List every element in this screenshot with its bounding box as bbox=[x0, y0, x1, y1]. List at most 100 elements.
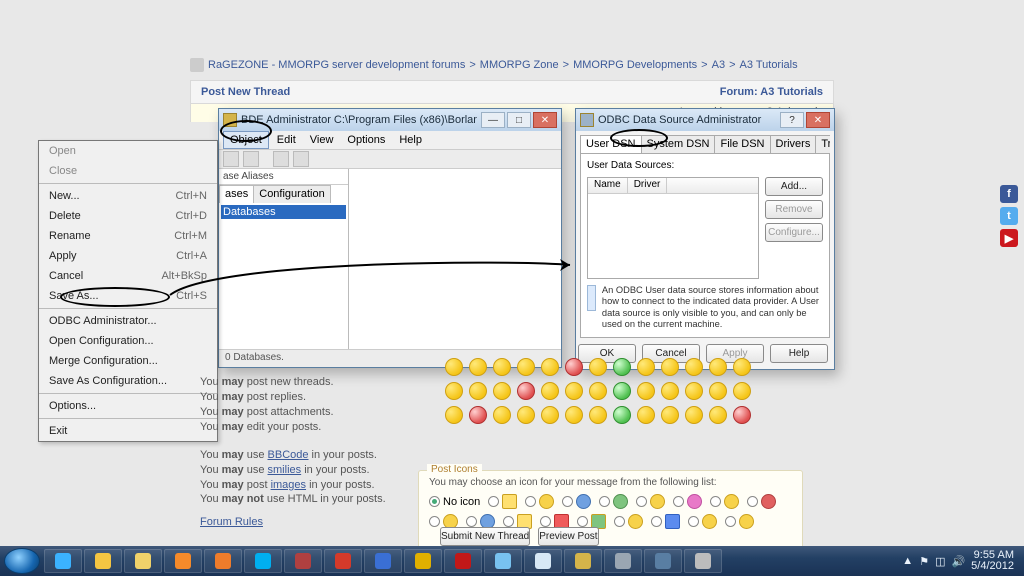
radio[interactable] bbox=[747, 496, 758, 507]
smiley-icon[interactable] bbox=[709, 382, 727, 400]
breadcrumb-item[interactable]: A3 Tutorials bbox=[740, 59, 798, 71]
menu-item-odbc-administrator[interactable]: ODBC Administrator... bbox=[39, 311, 217, 331]
smiley-icon[interactable] bbox=[685, 358, 703, 376]
smiley-icon[interactable] bbox=[541, 358, 559, 376]
smiley-icon[interactable] bbox=[445, 382, 463, 400]
smiley-icon[interactable] bbox=[469, 406, 487, 424]
taskbar-app-notepad[interactable] bbox=[524, 549, 562, 573]
system-tray[interactable]: ▲ ⚑ ◫ 🔊 9:55 AM 5/4/2012 bbox=[902, 550, 1020, 572]
taskbar-app-explorer[interactable] bbox=[124, 549, 162, 573]
taskbar-app-ie[interactable] bbox=[44, 549, 82, 573]
taskbar-app-vlc[interactable] bbox=[204, 549, 242, 573]
radio[interactable] bbox=[466, 516, 477, 527]
radio[interactable] bbox=[540, 516, 551, 527]
configure-button[interactable]: Configure... bbox=[765, 223, 823, 242]
post-icon-option[interactable] bbox=[562, 494, 591, 509]
forum-rules-link[interactable]: Forum Rules bbox=[200, 516, 263, 528]
smiley-icon[interactable] bbox=[565, 406, 583, 424]
radio[interactable] bbox=[429, 496, 440, 507]
radio[interactable] bbox=[488, 496, 499, 507]
menu-item-merge-configuration[interactable]: Merge Configuration... bbox=[39, 351, 217, 371]
smiley-icon[interactable] bbox=[469, 358, 487, 376]
smiley-icon[interactable] bbox=[589, 358, 607, 376]
smiley-icon[interactable] bbox=[685, 382, 703, 400]
post-icon-option[interactable] bbox=[636, 494, 665, 509]
tab-system-dsn[interactable]: System DSN bbox=[641, 135, 716, 153]
close-button[interactable]: ✕ bbox=[806, 112, 830, 128]
menu-help[interactable]: Help bbox=[393, 132, 428, 148]
smiley-icon[interactable] bbox=[517, 358, 535, 376]
post-new-thread[interactable]: Post New Thread bbox=[201, 86, 290, 98]
smiley-icon[interactable] bbox=[661, 358, 679, 376]
menu-item-exit[interactable]: Exit bbox=[39, 421, 217, 441]
taskbar-app-app8[interactable] bbox=[644, 549, 682, 573]
post-icon-option[interactable] bbox=[725, 514, 754, 529]
smiley-icon[interactable] bbox=[589, 382, 607, 400]
tray-flag-icon[interactable]: ⚑ bbox=[919, 555, 929, 568]
taskbar-app-app5[interactable] bbox=[444, 549, 482, 573]
smiley-icon[interactable] bbox=[517, 406, 535, 424]
radio[interactable] bbox=[429, 516, 440, 527]
breadcrumb-item[interactable]: RaGEZONE - MMORPG server development for… bbox=[208, 59, 465, 71]
taskbar-app-app4[interactable] bbox=[404, 549, 442, 573]
menu-item-close[interactable]: Close bbox=[39, 161, 217, 181]
taskbar-app-paint[interactable] bbox=[484, 549, 522, 573]
post-icon-option[interactable] bbox=[651, 514, 680, 529]
help-button[interactable]: ? bbox=[780, 112, 804, 128]
toolbar-btn[interactable] bbox=[223, 151, 239, 167]
radio[interactable] bbox=[599, 496, 610, 507]
smiley-icon[interactable] bbox=[493, 358, 511, 376]
twitter-icon[interactable]: t bbox=[1000, 207, 1018, 225]
smiley-icon[interactable] bbox=[589, 406, 607, 424]
tray-icon[interactable]: ▲ bbox=[902, 555, 913, 567]
tab-file-dsn[interactable]: File DSN bbox=[714, 135, 770, 153]
taskbar-app-skype[interactable] bbox=[244, 549, 282, 573]
radio[interactable] bbox=[725, 516, 736, 527]
bde-tab-databases[interactable]: ases bbox=[219, 185, 254, 203]
breadcrumb-item[interactable]: A3 bbox=[712, 59, 725, 71]
taskbar-app-app1[interactable] bbox=[284, 549, 322, 573]
help-button[interactable]: Help bbox=[770, 344, 828, 363]
menu-item-save-as[interactable]: Save As...Ctrl+S bbox=[39, 286, 217, 306]
smiley-icon[interactable] bbox=[565, 382, 583, 400]
menu-item-apply[interactable]: ApplyCtrl+A bbox=[39, 246, 217, 266]
smiley-icon[interactable] bbox=[613, 382, 631, 400]
post-icon-option[interactable] bbox=[614, 514, 643, 529]
toolbar-btn[interactable] bbox=[273, 151, 289, 167]
menu-item-open[interactable]: Open bbox=[39, 141, 217, 161]
post-icon-option[interactable] bbox=[488, 494, 517, 509]
smiley-icon[interactable] bbox=[469, 382, 487, 400]
remove-button[interactable]: Remove bbox=[765, 200, 823, 219]
tray-network-icon[interactable]: ◫ bbox=[935, 555, 945, 568]
tab-user-dsn[interactable]: User DSN bbox=[580, 135, 642, 153]
taskbar-app-chrome[interactable] bbox=[84, 549, 122, 573]
clock[interactable]: 9:55 AM 5/4/2012 bbox=[971, 550, 1014, 572]
col-driver[interactable]: Driver bbox=[628, 178, 668, 193]
menu-view[interactable]: View bbox=[304, 132, 340, 148]
smiley-icon[interactable] bbox=[709, 406, 727, 424]
post-icon-option[interactable] bbox=[688, 514, 717, 529]
post-icon-option[interactable] bbox=[525, 494, 554, 509]
submit-thread-button[interactable]: Submit New Thread bbox=[440, 527, 530, 546]
smiley-icon[interactable] bbox=[493, 382, 511, 400]
post-icon-none[interactable]: No icon bbox=[429, 496, 480, 508]
smiley-icon[interactable] bbox=[637, 382, 655, 400]
smiley-icon[interactable] bbox=[517, 382, 535, 400]
menu-object[interactable]: Object bbox=[223, 131, 269, 149]
smiley-icon[interactable] bbox=[685, 406, 703, 424]
breadcrumb-item[interactable]: MMORPG Zone bbox=[480, 59, 559, 71]
smiley-icon[interactable] bbox=[709, 358, 727, 376]
menu-item-cancel[interactable]: CancelAlt+BkSp bbox=[39, 266, 217, 286]
smiley-icon[interactable] bbox=[493, 406, 511, 424]
radio[interactable] bbox=[710, 496, 721, 507]
radio[interactable] bbox=[688, 516, 699, 527]
toolbar-btn[interactable] bbox=[243, 151, 259, 167]
smiley-icon[interactable] bbox=[661, 382, 679, 400]
minimize-button[interactable]: — bbox=[481, 112, 505, 128]
smiley-icon[interactable] bbox=[445, 406, 463, 424]
smiley-icon[interactable] bbox=[661, 406, 679, 424]
taskbar-app-wmp[interactable] bbox=[164, 549, 202, 573]
bde-tab-configuration[interactable]: Configuration bbox=[253, 185, 330, 203]
menu-item-rename[interactable]: RenameCtrl+M bbox=[39, 226, 217, 246]
radio[interactable] bbox=[577, 516, 588, 527]
